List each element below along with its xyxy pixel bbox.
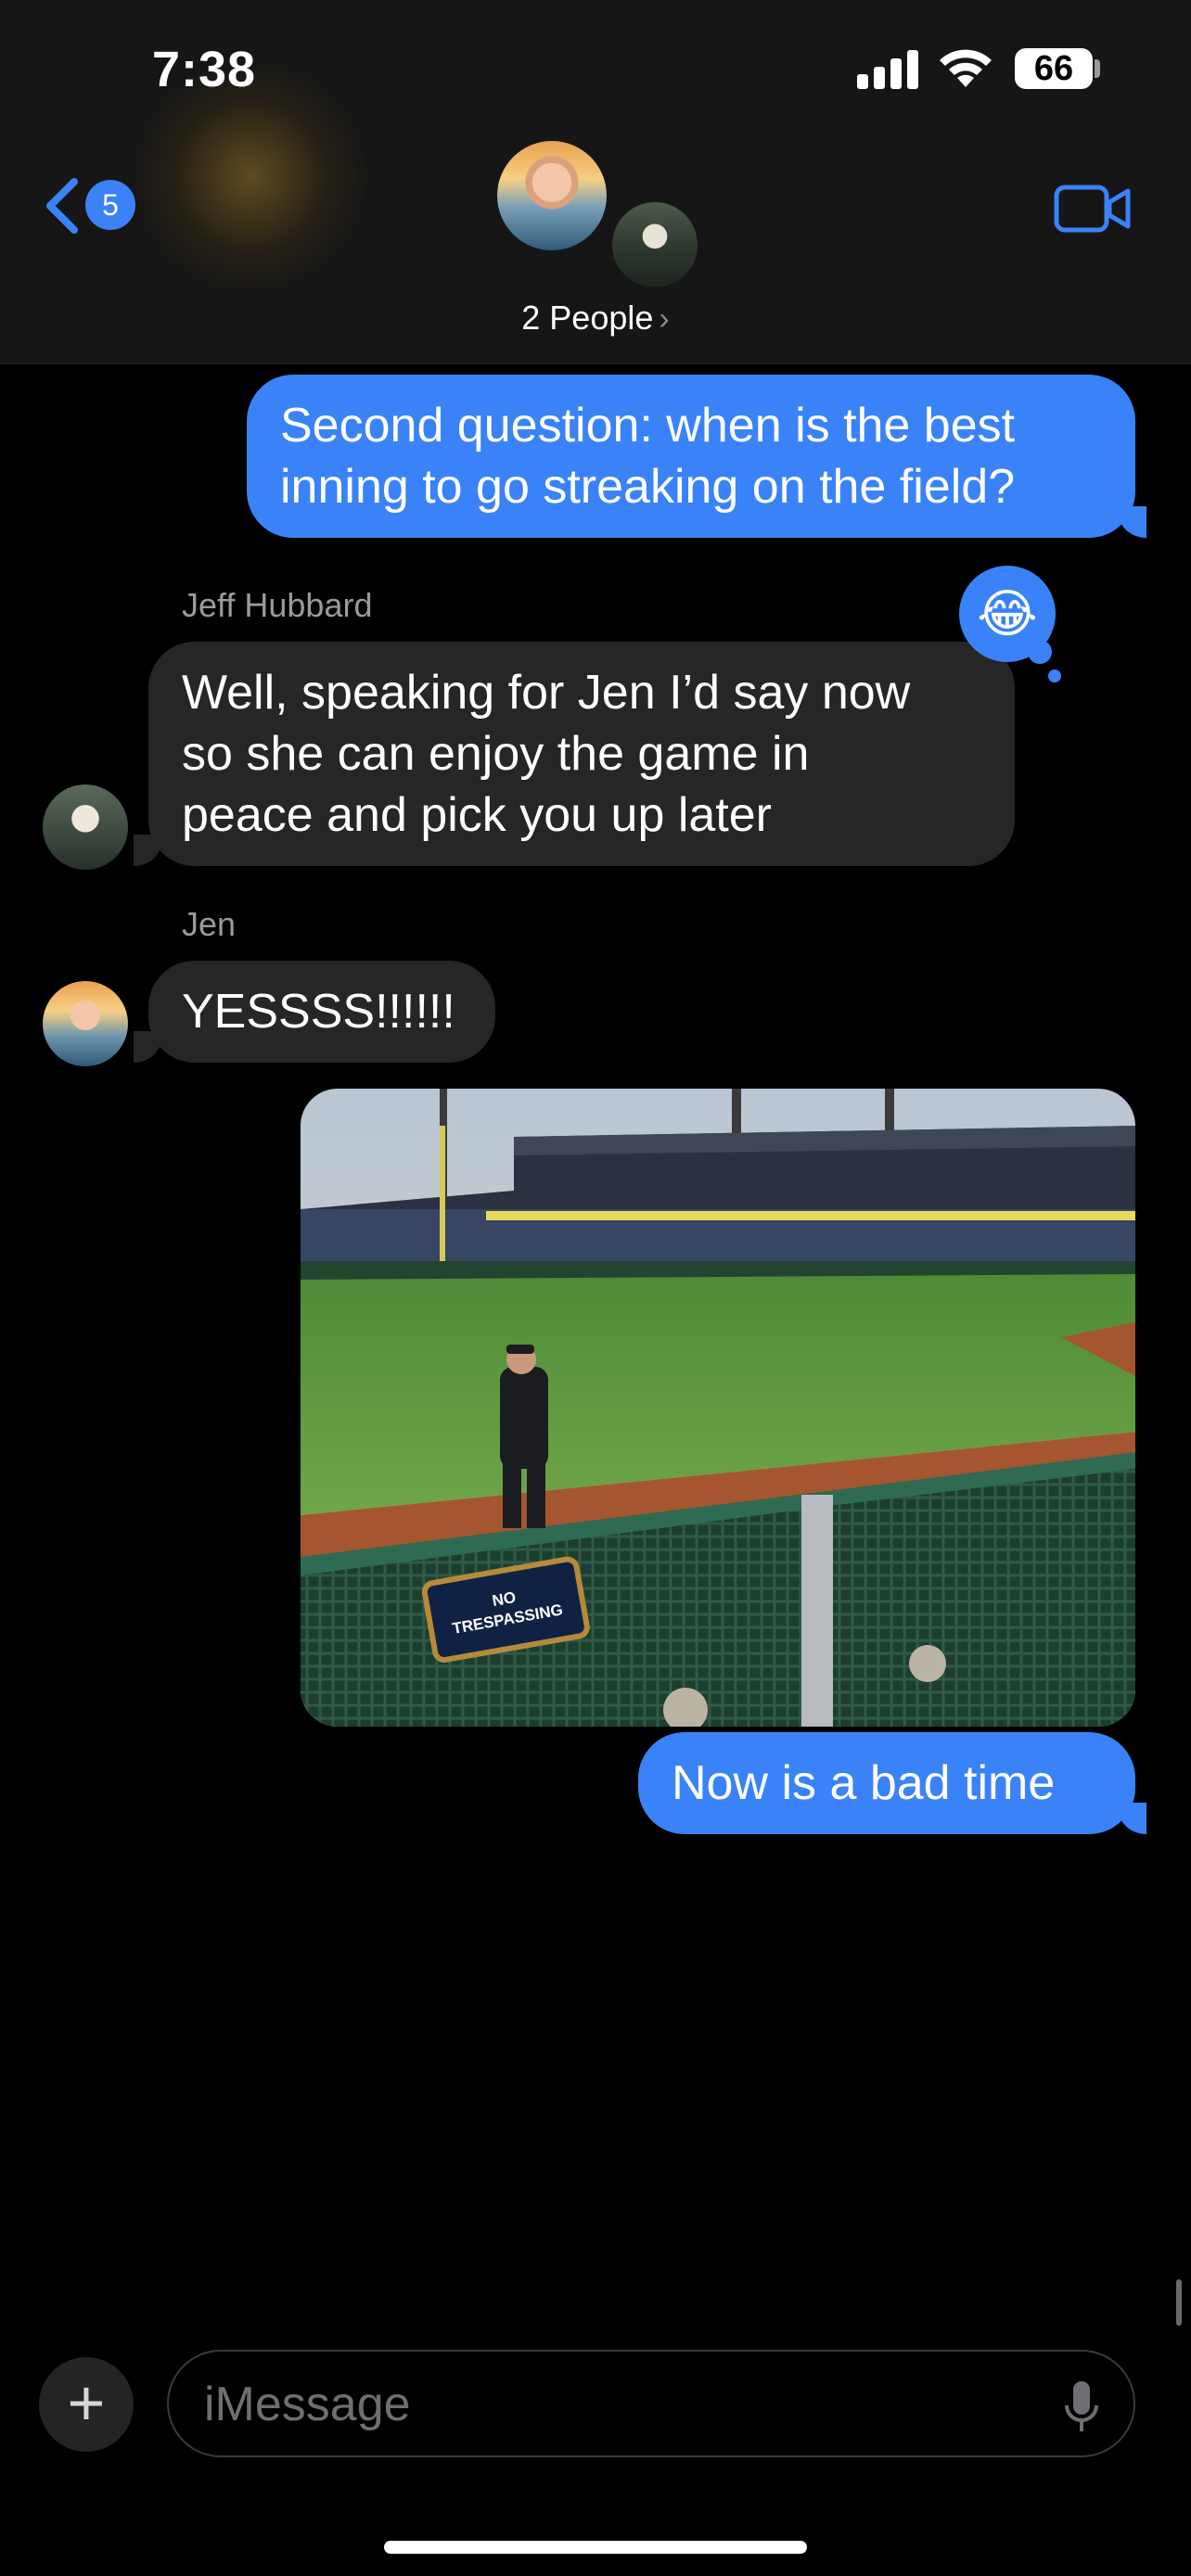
battery-nub	[1095, 59, 1100, 78]
message-bubble-outgoing[interactable]: Second question: when is the best inning…	[247, 375, 1135, 538]
message-text-line: Well, speaking for Jen I’d say now	[182, 666, 911, 720]
message-text: Now is a bad time	[672, 1756, 1056, 1810]
chevron-left-icon	[46, 178, 78, 234]
message-text-line: inning to go streaking on the field?	[280, 460, 1016, 514]
ballpark-photo: NO TRESPASSING	[301, 1089, 1135, 1727]
message-input[interactable]	[167, 2350, 1135, 2457]
video-call-icon[interactable]	[1054, 182, 1132, 236]
home-indicator[interactable]	[384, 2541, 807, 2554]
cellular-signal-icon	[857, 48, 918, 89]
message-bubble-incoming[interactable]: Well, speaking for Jen I’d say now so sh…	[148, 642, 1015, 866]
imessage-text-field[interactable]	[202, 2370, 1022, 2439]
sender-name: Jeff Hubbard	[182, 586, 373, 624]
group-avatar-jen[interactable]	[497, 141, 607, 250]
tapback-tail	[1048, 670, 1061, 682]
message-text: YESSSS!!!!!!	[182, 985, 455, 1039]
avatar[interactable]	[43, 784, 128, 870]
back-button[interactable]: 5	[41, 172, 143, 247]
message-text-line: peace and pick you up later	[182, 788, 772, 842]
avatar[interactable]	[43, 981, 128, 1066]
bubble-tail	[1119, 506, 1146, 538]
add-attachment-button[interactable]: +	[39, 2357, 134, 2452]
bubble-tail	[134, 835, 161, 866]
message-text-line: so she can enjoy the game in	[182, 727, 810, 781]
message-bubble-outgoing[interactable]: Now is a bad time	[638, 1732, 1135, 1834]
bubble-tail	[134, 1031, 161, 1063]
group-label: 2 People	[521, 299, 654, 337]
chevron-right-icon: ›	[659, 301, 670, 337]
tapback-tail	[1028, 640, 1052, 664]
unread-count-badge: 5	[85, 180, 135, 230]
wifi-icon	[940, 49, 992, 87]
group-details-button[interactable]: 2 People ›	[0, 299, 1191, 338]
battery-icon: 66	[1015, 48, 1093, 89]
status-time: 7:38	[152, 42, 257, 97]
message-text-line: Second question: when is the best	[280, 399, 1016, 453]
microphone-icon[interactable]	[1063, 2379, 1100, 2435]
message-bubble-incoming[interactable]: YESSSS!!!!!!	[148, 961, 495, 1063]
sender-name: Jen	[182, 905, 237, 943]
photo-attachment[interactable]: NO TRESPASSING	[301, 1089, 1135, 1727]
scrollbar[interactable]	[1176, 2279, 1182, 2326]
bubble-tail	[1119, 1803, 1146, 1834]
group-avatar-jeff[interactable]	[608, 198, 701, 291]
